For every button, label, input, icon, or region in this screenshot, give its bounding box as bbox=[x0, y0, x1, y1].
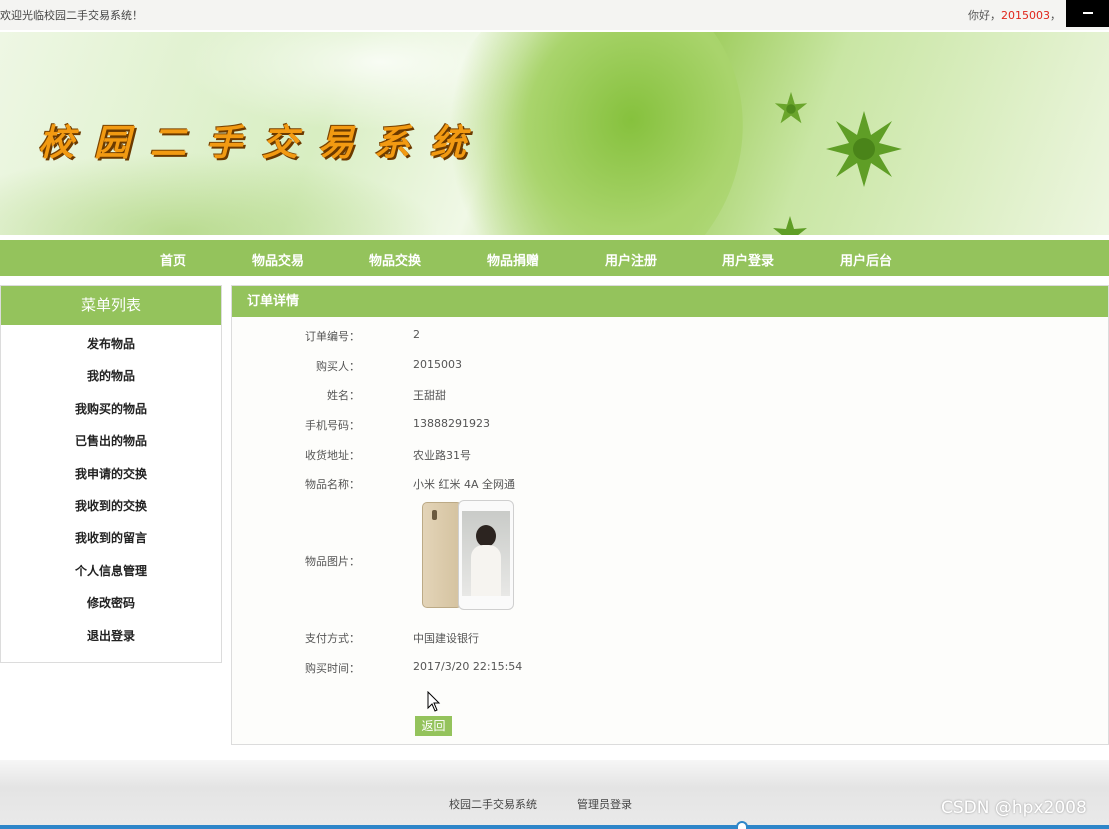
footer: 校园二手交易系统 管理员登录 CSDN @hpx2008 bbox=[0, 760, 1109, 829]
item-image bbox=[422, 500, 515, 610]
model-head bbox=[476, 525, 496, 547]
sidebar-menu: 发布物品 我的物品 我购买的物品 已售出的物品 我申请的交换 我收到的交换 我收… bbox=[1, 328, 221, 652]
nav-item-donate[interactable]: 物品捐赠 bbox=[487, 250, 539, 269]
panel-title: 订单详情 bbox=[232, 286, 1108, 317]
order-detail-panel: 订单详情 订单编号： 2 购买人： 2015003 姓名： 王甜甜 手机号码： … bbox=[231, 285, 1109, 745]
field-value: 2 bbox=[413, 328, 420, 341]
field-value: 2017/3/20 22:15:54 bbox=[413, 660, 523, 673]
sidebar-item-my-items[interactable]: 我的物品 bbox=[1, 360, 221, 392]
sidebar-item-requested-exchange[interactable]: 我申请的交换 bbox=[1, 458, 221, 490]
flower-icon bbox=[774, 91, 808, 124]
field-buyer: 购买人： 2015003 bbox=[232, 358, 832, 374]
video-progress-bar[interactable] bbox=[0, 821, 1109, 829]
field-label: 支付方式： bbox=[305, 632, 360, 645]
phone-front bbox=[458, 500, 514, 610]
field-item-name: 物品名称： 小米 红米 4A 全网通 bbox=[232, 476, 832, 492]
field-time: 购买时间： 2017/3/20 22:15:54 bbox=[232, 660, 832, 676]
greeting-prefix: 你好， bbox=[968, 9, 1001, 22]
field-label: 物品图片： bbox=[305, 555, 360, 568]
field-payment: 支付方式： 中国建设银行 bbox=[232, 630, 832, 646]
sidebar-item-publish[interactable]: 发布物品 bbox=[1, 328, 221, 360]
minimize-icon bbox=[1083, 12, 1093, 14]
field-label: 物品名称： bbox=[305, 478, 360, 491]
sidebar-item-purchased[interactable]: 我购买的物品 bbox=[1, 393, 221, 425]
field-value: 农业路31号 bbox=[413, 449, 471, 462]
field-label: 购买时间： bbox=[305, 662, 360, 675]
sidebar-item-messages[interactable]: 我收到的留言 bbox=[1, 522, 221, 554]
back-button[interactable]: 返回 bbox=[415, 716, 452, 736]
sidebar-item-sold[interactable]: 已售出的物品 bbox=[1, 425, 221, 457]
field-value: 小米 红米 4A 全网通 bbox=[413, 478, 516, 491]
field-label: 姓名： bbox=[327, 389, 360, 402]
site-banner: 校园二手交易系统 bbox=[0, 32, 1109, 235]
progress-knob[interactable] bbox=[736, 821, 748, 829]
nav-item-exchange[interactable]: 物品交换 bbox=[369, 250, 421, 269]
greeting-suffix: ， bbox=[1050, 9, 1061, 22]
username-link[interactable]: 2015003 bbox=[1001, 9, 1050, 22]
footer-link-home[interactable]: 校园二手交易系统 bbox=[449, 796, 537, 812]
field-order-no: 订单编号： 2 bbox=[232, 328, 832, 344]
main-nav: 首页 物品交易 物品交换 物品捐赠 用户注册 用户登录 用户后台 bbox=[0, 240, 1109, 276]
nav-item-login[interactable]: 用户登录 bbox=[722, 250, 774, 269]
sidebar: 菜单列表 发布物品 我的物品 我购买的物品 已售出的物品 我申请的交换 我收到的… bbox=[0, 285, 222, 663]
field-value: 2015003 bbox=[413, 358, 462, 371]
camera-icon bbox=[432, 510, 437, 520]
field-address: 收货地址： 农业路31号 bbox=[232, 447, 832, 463]
nav-item-register[interactable]: 用户注册 bbox=[605, 250, 657, 269]
field-label: 手机号码： bbox=[305, 419, 360, 432]
field-label: 收货地址： bbox=[305, 449, 360, 462]
user-greeting: 你好，2015003， bbox=[968, 7, 1061, 23]
sidebar-item-profile[interactable]: 个人信息管理 bbox=[1, 555, 221, 587]
sidebar-item-change-password[interactable]: 修改密码 bbox=[1, 587, 221, 619]
field-phone: 手机号码： 13888291923 bbox=[232, 417, 832, 433]
field-label: 订单编号： bbox=[305, 330, 360, 343]
watermark: CSDN @hpx2008 bbox=[941, 798, 1087, 818]
field-value: 13888291923 bbox=[413, 417, 490, 430]
welcome-text: 欢迎光临校园二手交易系统！ bbox=[0, 9, 143, 22]
footer-link-admin-login[interactable]: 管理员登录 bbox=[577, 796, 632, 812]
nav-item-trade[interactable]: 物品交易 bbox=[252, 250, 304, 269]
mouse-cursor-icon bbox=[427, 691, 441, 712]
field-value: 中国建设银行 bbox=[413, 632, 479, 645]
field-item-image: 物品图片： bbox=[232, 553, 832, 569]
phone-screen bbox=[462, 511, 510, 596]
phone-back bbox=[422, 502, 462, 608]
model-dress bbox=[471, 545, 501, 596]
flower-icon bbox=[826, 111, 902, 187]
nav-item-user-center[interactable]: 用户后台 bbox=[840, 250, 892, 269]
sidebar-title: 菜单列表 bbox=[1, 286, 221, 325]
field-label: 购买人： bbox=[316, 360, 360, 373]
minimize-button[interactable] bbox=[1066, 0, 1109, 27]
sidebar-item-logout[interactable]: 退出登录 bbox=[1, 620, 221, 652]
nav-item-home[interactable]: 首页 bbox=[160, 250, 186, 269]
sidebar-item-received-exchange[interactable]: 我收到的交换 bbox=[1, 490, 221, 522]
field-value: 王甜甜 bbox=[413, 389, 446, 402]
field-name: 姓名： 王甜甜 bbox=[232, 387, 832, 403]
top-bar: 欢迎光临校园二手交易系统！ 你好，2015003， bbox=[0, 0, 1109, 30]
flower-icon bbox=[773, 216, 807, 235]
site-title: 校园二手交易系统 bbox=[38, 122, 487, 164]
